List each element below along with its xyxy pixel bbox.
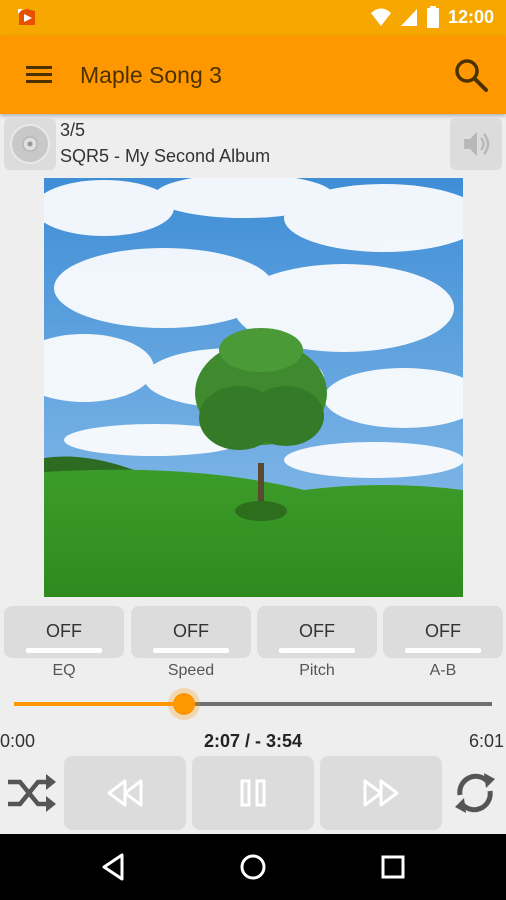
ab-value: OFF bbox=[425, 621, 461, 641]
speed-value: OFF bbox=[173, 621, 209, 641]
speed-label: Speed bbox=[167, 662, 215, 679]
rewind-button[interactable] bbox=[64, 756, 186, 830]
ab-label: A-B bbox=[429, 662, 457, 679]
volume-button[interactable] bbox=[450, 118, 502, 170]
speed-toggle[interactable]: OFF bbox=[131, 606, 251, 658]
fast-forward-button[interactable] bbox=[320, 756, 442, 830]
eq-value: OFF bbox=[46, 621, 82, 641]
album-art bbox=[44, 178, 463, 597]
pause-icon bbox=[240, 779, 266, 807]
repeat-icon[interactable] bbox=[448, 765, 502, 821]
seek-bar[interactable] bbox=[14, 692, 492, 716]
eq-toggle[interactable]: OFF bbox=[4, 606, 124, 658]
app-bar: Maple Song 3 bbox=[0, 36, 506, 114]
clock: 12:00 bbox=[447, 6, 494, 27]
pitch-toggle[interactable]: OFF bbox=[257, 606, 377, 658]
track-info: 3/5 SQR5 - My Second Album bbox=[0, 114, 506, 174]
eq-indicator bbox=[26, 648, 102, 653]
search-icon[interactable] bbox=[450, 54, 492, 96]
wifi-icon bbox=[370, 8, 391, 26]
pitch-value: OFF bbox=[299, 621, 335, 641]
eq-label: EQ bbox=[52, 662, 76, 679]
speed-indicator bbox=[153, 648, 229, 653]
track-index: 3/5 bbox=[60, 120, 86, 140]
signal-icon bbox=[400, 9, 417, 26]
status-bar: 12:00 bbox=[0, 0, 506, 36]
recents-icon[interactable] bbox=[376, 850, 410, 884]
shuffle-icon[interactable] bbox=[4, 768, 58, 818]
rewind-icon bbox=[107, 779, 143, 807]
back-icon[interactable] bbox=[98, 850, 132, 884]
time-current: 2:07 / - 3:54 bbox=[203, 731, 303, 751]
track-album: SQR5 - My Second Album bbox=[60, 146, 271, 166]
ab-repeat-toggle[interactable]: OFF bbox=[383, 606, 503, 658]
app-notification-icon bbox=[18, 9, 35, 25]
pitch-indicator bbox=[279, 648, 355, 653]
seek-progress bbox=[14, 702, 184, 706]
home-icon[interactable] bbox=[236, 850, 270, 884]
fast-forward-icon bbox=[363, 779, 399, 807]
disc-icon bbox=[10, 124, 50, 164]
disc-button[interactable] bbox=[4, 118, 56, 170]
time-total: 6:01 bbox=[468, 731, 504, 751]
volume-icon bbox=[464, 132, 490, 156]
ab-indicator bbox=[405, 648, 481, 653]
battery-icon bbox=[426, 6, 439, 28]
hamburger-menu-icon[interactable] bbox=[22, 60, 56, 90]
system-nav-bar bbox=[0, 834, 506, 900]
seek-thumb[interactable] bbox=[172, 693, 195, 715]
pause-button[interactable] bbox=[192, 756, 314, 830]
pitch-label: Pitch bbox=[299, 662, 335, 679]
page-title: Maple Song 3 bbox=[80, 62, 222, 88]
